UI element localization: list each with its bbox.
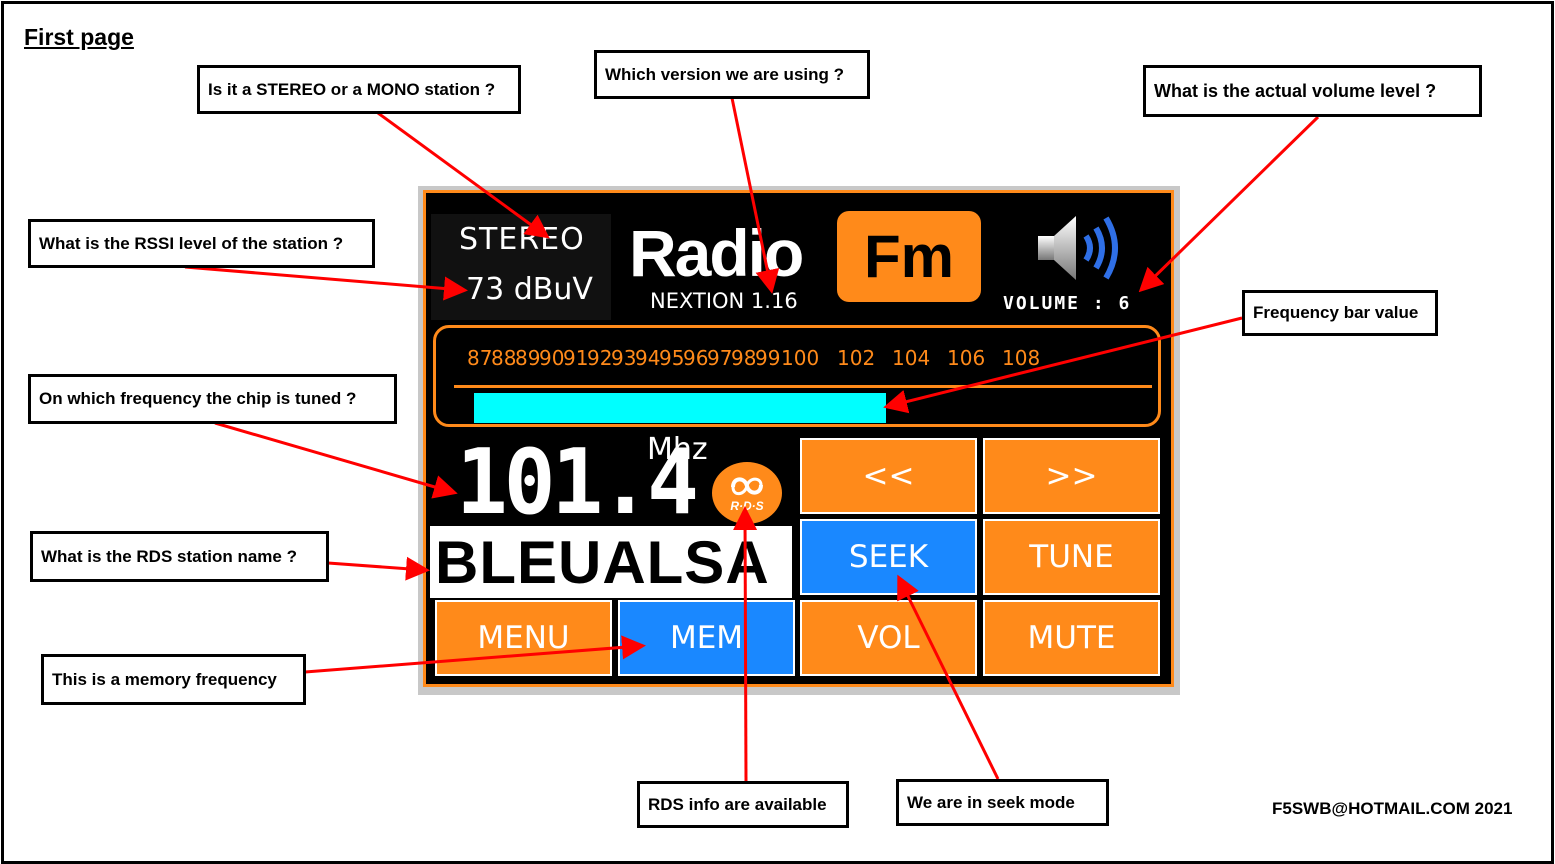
scale-tick: 98 <box>731 346 757 370</box>
vol-button[interactable]: VOL <box>800 600 977 676</box>
rds-station-name: BLEUALSA <box>430 526 792 598</box>
callout-seek-mode: We are in seek mode <box>896 779 1109 826</box>
scale-tick: 92 <box>587 346 613 370</box>
scale-tick: 95 <box>659 346 685 370</box>
page-title: First page <box>24 24 134 50</box>
scale-tick: 99 <box>755 346 781 370</box>
scale-tick: 91 <box>563 346 589 370</box>
callout-rds-name: What is the RDS station name ? <box>30 531 329 582</box>
rds-badge-text: R·D·S <box>730 499 764 513</box>
scale-tick: 93 <box>611 346 637 370</box>
callout-version: Which version we are using ? <box>594 50 870 99</box>
callout-volume: What is the actual volume level ? <box>1143 65 1482 117</box>
tune-button[interactable]: TUNE <box>983 519 1160 595</box>
callout-rssi: What is the RSSI level of the station ? <box>28 219 375 268</box>
seek-button[interactable]: SEEK <box>800 519 977 595</box>
scale-tick: 94 <box>635 346 661 370</box>
seek-up-button[interactable]: >> <box>983 438 1160 514</box>
stereo-indicator: STEREO <box>459 222 585 257</box>
rds-logo-icon: R·D·S <box>712 462 782 524</box>
mem-button[interactable]: MEM <box>618 600 795 676</box>
scale-tick: 87 <box>467 346 493 370</box>
scale-tick: 90 <box>539 346 565 370</box>
volume-label: VOLUME : 6 <box>1003 293 1132 314</box>
scale-tick: 108 <box>1002 346 1041 370</box>
scale-tick: 104 <box>892 346 931 370</box>
scale-tick: 97 <box>707 346 733 370</box>
version-label: NEXTION 1.16 <box>650 289 798 313</box>
radio-logo: Radio <box>629 216 804 290</box>
callout-stereo: Is it a STEREO or a MONO station ? <box>197 65 521 114</box>
scale-tick: 88 <box>491 346 517 370</box>
scale-tick: 89 <box>515 346 541 370</box>
mute-button[interactable]: MUTE <box>983 600 1160 676</box>
author-credit: F5SWB@HOTMAIL.COM 2021 <box>1272 799 1513 818</box>
callout-frequency-bar: Frequency bar value <box>1242 290 1438 336</box>
callout-rds-info: RDS info are available <box>637 781 849 828</box>
scale-tick: 106 <box>947 346 986 370</box>
scale-tick: 102 <box>837 346 876 370</box>
band-badge: Fm <box>837 211 981 302</box>
frequency-unit: Mhz <box>647 432 708 467</box>
callout-memory: This is a memory frequency <box>41 654 306 705</box>
scale-tick: 100 <box>781 346 820 370</box>
scale-baseline <box>454 385 1152 388</box>
speaker-volume-icon <box>1032 208 1132 288</box>
frequency-bar <box>474 393 886 423</box>
menu-button[interactable]: MENU <box>435 600 612 676</box>
seek-down-button[interactable]: << <box>800 438 977 514</box>
scale-tick: 96 <box>683 346 709 370</box>
rssi-readout: 73 dBuV <box>466 272 593 307</box>
callout-tuned-frequency: On which frequency the chip is tuned ? <box>28 374 397 424</box>
